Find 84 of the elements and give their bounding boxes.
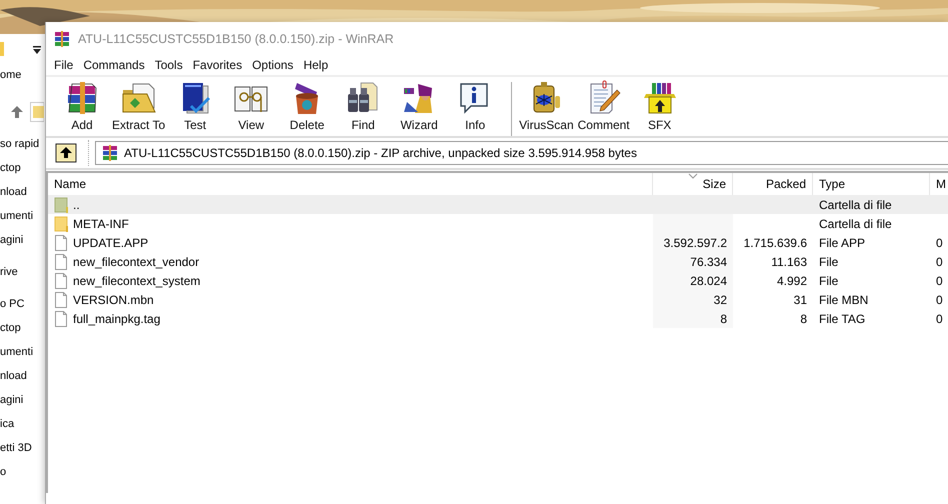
sidebar-item[interactable]: agini [0, 388, 24, 412]
table-cell: 3.592.597.2 [653, 233, 733, 252]
table-cell-text: 1.715.639.6 [742, 234, 808, 252]
sidebar-item[interactable]: ctop [0, 156, 21, 180]
file-row[interactable]: .. Cartella di file [48, 195, 948, 214]
window-title: ATU-L11C55CUSTC55D1B150 (8.0.0.150).zip - WinRAR [78, 32, 394, 46]
table-cell-text: File [818, 272, 840, 290]
toolbar-button[interactable]: Extract To [110, 80, 168, 132]
file-name: .. [73, 198, 80, 212]
table-cell-text: 11.163 [770, 254, 808, 270]
menu-item[interactable]: Favorites [188, 58, 248, 72]
menu-item[interactable]: File [49, 58, 78, 72]
folder-icon [54, 216, 68, 232]
box-books-icon [642, 80, 678, 116]
file-icon [54, 310, 68, 326]
file-name: new_filecontext_system [73, 274, 200, 288]
sidebar-item[interactable]: ica [0, 412, 14, 436]
table-cell-text: File APP [818, 234, 866, 252]
table-cell: 76.334 [653, 252, 733, 271]
table-cell-text: 0 [935, 234, 944, 252]
file-icon [54, 292, 68, 308]
archive-books-icon [102, 145, 118, 161]
sidebar-item[interactable]: nload [0, 364, 27, 388]
file-row[interactable]: new_filecontext_system 28.024 4.992 File 0 [48, 271, 948, 290]
sidebar-item[interactable]: nload [0, 180, 27, 204]
table-cell: 28.024 [653, 271, 733, 290]
address-text: ATU-L11C55CUSTC55D1B150 (8.0.0.150).zip - ZIP archive, unpacked size 3.595.914.958 bytes [124, 146, 637, 160]
sidebar-item[interactable]: so rapid [0, 132, 40, 156]
file-name: META-INF [73, 216, 129, 230]
file-icon [54, 254, 68, 270]
file-icon [54, 272, 68, 288]
sidebar-item[interactable]: agini [0, 228, 24, 252]
file-row[interactable]: UPDATE.APP 3.592.597.2 1.715.639.6 File APP 0 [48, 233, 948, 252]
table-cell-text: 0 [935, 292, 944, 308]
table-cell-text: File TAG [818, 310, 866, 328]
toolbar-button[interactable]: Delete [279, 80, 336, 132]
file-name: new_filecontext_vendor [73, 254, 200, 268]
table-cell-text: 4.992 [776, 272, 808, 290]
file-row[interactable]: new_filecontext_vendor 76.334 11.163 File 0 [48, 252, 948, 271]
sidebar-item[interactable]: umenti [0, 340, 34, 364]
toolbar-button[interactable]: VirusScan [517, 80, 576, 132]
menu-item[interactable]: Help [298, 58, 334, 72]
toolbar-button[interactable]: Info [447, 80, 504, 132]
toolbar-button[interactable]: Test [167, 80, 224, 132]
menu-item[interactable]: Tools [150, 58, 188, 72]
address-field[interactable]: ATU-L11C55CUSTC55D1B150 (8.0.0.150).zip - ZIP archive, unpacked size 3.595.914.958 bytes [95, 141, 948, 165]
file-name: UPDATE.APP [73, 236, 148, 250]
table-cell-text: Cartella di file [818, 196, 893, 214]
table-cell-text: File [818, 254, 840, 270]
sidebar-item[interactable]: o [0, 460, 6, 484]
table-cell-text: 8 [799, 310, 808, 328]
dropdown-icon [32, 46, 42, 54]
table-cell-text: 31 [792, 292, 808, 308]
table-cell-text: 0 [935, 254, 944, 270]
table-cell: 32 [653, 290, 733, 309]
toolbar-button[interactable]: Comment [576, 80, 632, 132]
ribbon-tab[interactable]: ome [0, 69, 22, 81]
sidebar-item[interactable]: rive [0, 260, 18, 284]
file-name: full_mainpkg.tag [73, 312, 160, 326]
sidebar-item[interactable]: umenti [0, 204, 34, 228]
up-folder-button[interactable] [55, 143, 77, 163]
table-cell-text: 0 [935, 310, 944, 328]
sidebar-item[interactable]: etti 3D [0, 436, 32, 460]
sidebar-item[interactable]: ctop [0, 316, 21, 340]
table-cell-text: 0 [935, 272, 944, 290]
table-cell: 8 [653, 309, 733, 328]
sidebar-item[interactable]: o PC [0, 292, 24, 316]
archive-books-icon [54, 30, 70, 46]
table-cell-text: File MBN [818, 292, 870, 308]
up-arrow-icon [10, 105, 24, 119]
toolbar-button[interactable]: View [223, 80, 280, 132]
parent-folder-icon [54, 196, 68, 212]
toolbar-button[interactable]: Find [335, 80, 392, 132]
file-row[interactable]: VERSION.mbn 32 31 File MBN 0 [48, 290, 948, 309]
file-name: VERSION.mbn [73, 292, 154, 306]
toolbar-button[interactable]: SFX [632, 80, 688, 132]
table-cell-text: Cartella di file [818, 216, 893, 232]
menu-item[interactable]: Commands [78, 58, 150, 72]
toolbar-button[interactable]: Add [54, 80, 110, 132]
file-icon [54, 234, 68, 250]
file-row[interactable]: META-INF Cartella di file [48, 214, 948, 233]
toolbar-button[interactable]: Wizard [391, 80, 448, 132]
menu-item[interactable]: Options [247, 58, 298, 72]
file-row[interactable]: full_mainpkg.tag 8 8 File TAG 0 [48, 309, 948, 328]
